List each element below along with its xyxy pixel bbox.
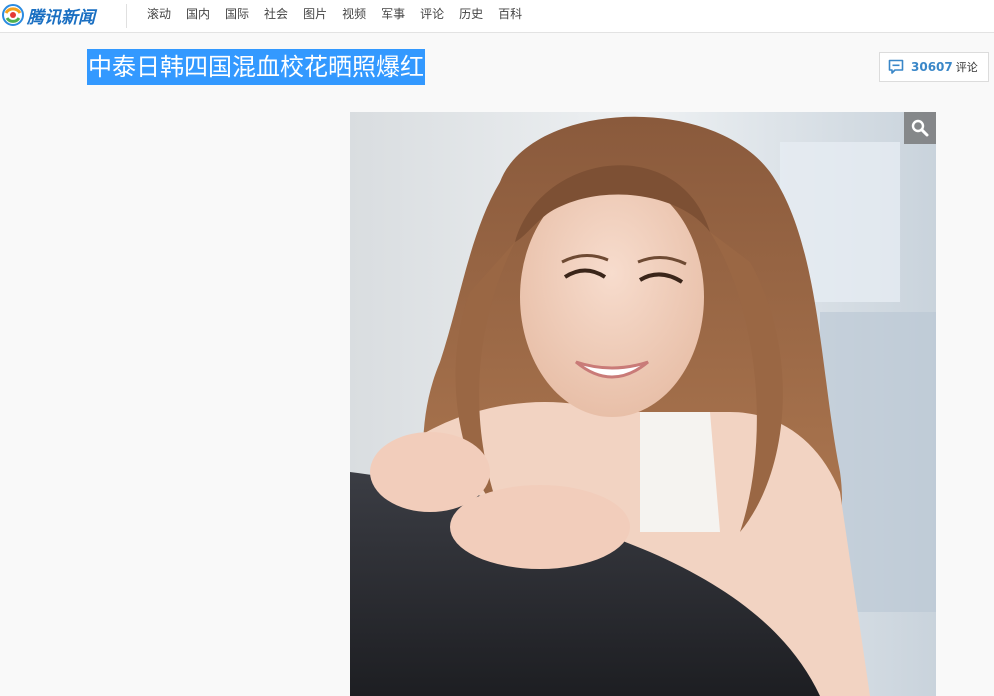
tencent-news-logo-icon: [2, 4, 24, 26]
nav-item-commentary[interactable]: 评论: [413, 5, 452, 22]
site-logo-link[interactable]: 腾讯新闻: [2, 1, 95, 29]
nav-item-scroll[interactable]: 滚动: [134, 5, 179, 22]
comment-count-button[interactable]: 30607 评论: [879, 52, 989, 82]
gallery-photo[interactable]: [350, 112, 936, 696]
nav-item-society[interactable]: 社会: [257, 5, 296, 22]
nav-divider: [126, 4, 127, 28]
article-title: 中泰日韩四国混血校花晒照爆红: [87, 49, 425, 85]
nav-item-encyclopedia[interactable]: 百科: [491, 5, 530, 22]
magnifier-icon: [911, 119, 929, 137]
comment-bubble-icon: [888, 59, 904, 74]
photo-illustration: [350, 112, 936, 696]
comment-label: 评论: [955, 61, 978, 74]
nav-item-international[interactable]: 国际: [218, 5, 257, 22]
top-navigation-bar: 腾讯新闻 滚动 国内 国际 社会 图片 视频 军事 评论 历史 百科: [0, 0, 994, 33]
comment-count: 30607: [911, 60, 953, 74]
nav-item-history[interactable]: 历史: [452, 5, 491, 22]
nav-item-military[interactable]: 军事: [374, 5, 413, 22]
site-logo-text: 腾讯新闻: [27, 7, 95, 28]
zoom-button[interactable]: [904, 112, 936, 144]
nav-item-video[interactable]: 视频: [335, 5, 374, 22]
nav-item-pictures[interactable]: 图片: [296, 5, 335, 22]
nav-item-domestic[interactable]: 国内: [179, 5, 218, 22]
channel-nav: 滚动 国内 国际 社会 图片 视频 军事 评论 历史 百科: [134, 0, 530, 26]
